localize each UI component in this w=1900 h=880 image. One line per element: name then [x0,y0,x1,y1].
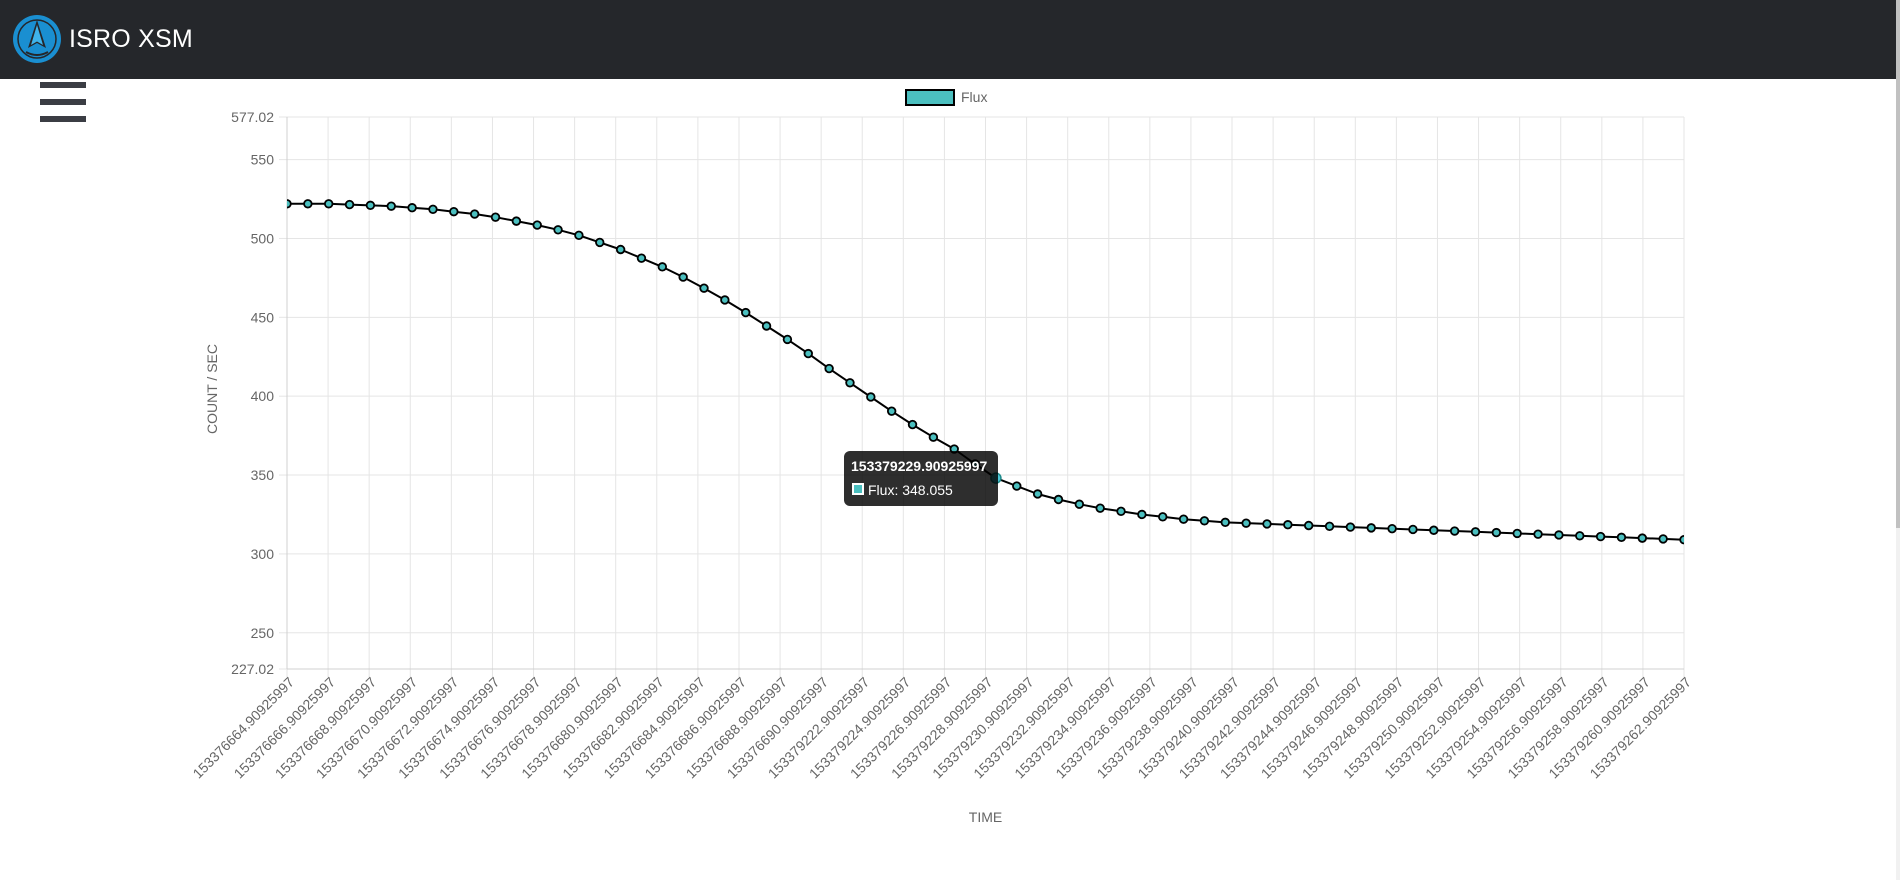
data-point [1679,535,1684,545]
data-point [1158,512,1168,522]
data-point [324,199,334,209]
data-point [574,230,584,241]
data-point [1387,523,1397,534]
data-point [386,201,396,211]
page-scrollbar[interactable] [1896,0,1900,880]
data-point [1491,527,1502,538]
y-tick-label: 450 [251,309,275,325]
data-point [1074,499,1085,509]
data-point [1345,522,1356,532]
data-point [636,253,647,263]
scrollbar-thumb[interactable] [1896,0,1900,528]
data-point [1199,516,1210,526]
data-point [866,392,876,402]
tooltip-title: 153379229.90925997 [851,458,988,474]
y-tick-label: 227.02 [231,661,274,677]
data-point [344,199,355,210]
y-tick-label: 350 [251,467,275,483]
y-tick-label: 300 [251,546,275,562]
y-tick-label: 400 [251,388,275,404]
chart-tooltip: 153379229.90925997 Flux: 348.055 [844,451,998,506]
data-point [428,204,438,214]
data-point [1595,531,1606,542]
data-point [1262,519,1272,529]
data-point [1470,527,1481,537]
data-point [782,334,793,345]
data-point [1012,481,1022,491]
data-point [1449,526,1460,536]
data-point [407,203,417,213]
flux-chart: 577.02550500450400350300250227.021533766… [189,89,1694,825]
y-axis-title: COUNT / SEC [204,344,220,434]
data-point [824,363,834,374]
tooltip-swatch [852,483,864,495]
data-point [741,307,751,318]
data-point [720,295,730,305]
legend-label: Flux [961,89,987,105]
data-point [1137,509,1147,520]
data-point [907,419,918,430]
x-axis-title: TIME [969,809,1002,825]
data-point [886,406,897,416]
data-point [1324,521,1335,532]
data-point [845,378,855,388]
data-point [1366,523,1376,533]
data-point [678,272,688,282]
y-tick-label: 577.02 [231,109,274,125]
data-point [1032,489,1043,499]
data-point [449,206,459,217]
data-point [1178,514,1189,524]
data-point [1095,503,1105,513]
data-point [1303,520,1314,531]
data-point [1637,533,1647,543]
y-tick-label: 500 [251,230,275,246]
data-point [761,321,772,331]
data-point [1512,528,1522,539]
data-point [365,200,376,211]
tooltip-body: Flux: 348.055 [868,482,953,498]
data-point [699,283,709,293]
data-point [1575,531,1585,541]
data-point [1283,520,1293,530]
data-point [1533,529,1543,539]
data-point [1554,530,1564,540]
data-point [1241,518,1251,528]
data-point [595,237,605,248]
data-point [1658,534,1668,544]
legend-swatch [905,89,955,106]
data-point [928,432,939,442]
data-point [469,209,480,219]
data-point [303,199,313,209]
data-point [490,212,501,222]
data-point [1616,532,1627,543]
data-point [657,262,668,272]
data-point [553,225,563,235]
data-point [1053,494,1064,505]
data-point [287,199,292,209]
data-point [1220,517,1230,528]
y-tick-label: 250 [251,625,275,641]
data-point [511,216,522,226]
data-point [615,244,626,255]
y-tick-label: 550 [251,152,275,168]
data-point [1408,524,1418,535]
data-point [803,348,813,359]
data-point [1116,506,1126,517]
data-point [1429,525,1439,535]
data-point [532,220,542,230]
